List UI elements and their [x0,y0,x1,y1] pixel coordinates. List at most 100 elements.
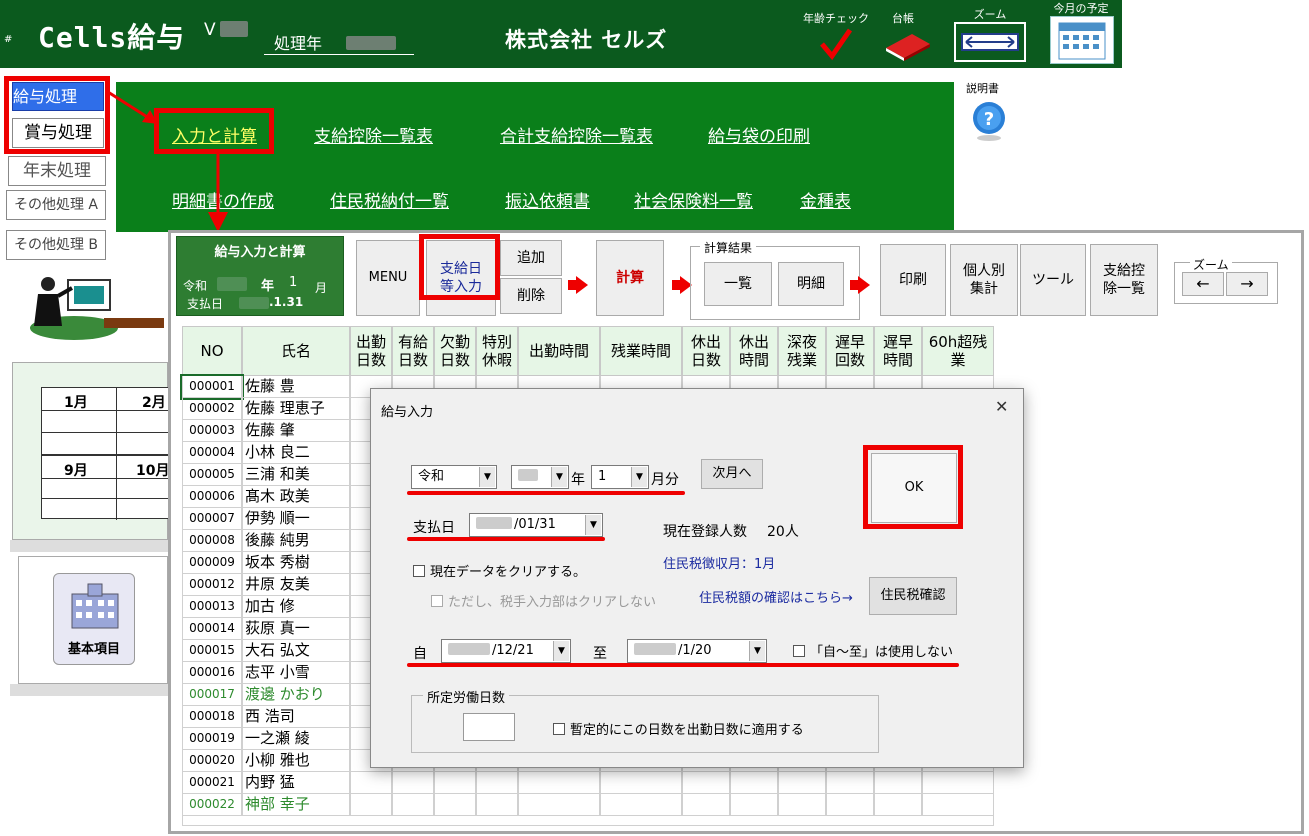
basic-items-button[interactable]: 基本項目 [53,573,135,665]
per-person-button[interactable]: 個人別 集計 [950,244,1018,316]
to-date-select[interactable]: /1/20 ▼ [627,639,767,663]
tax-confirm-button[interactable]: 住民税確認 [869,577,957,615]
data-cell[interactable] [600,772,682,794]
employee-no[interactable]: 000008 [182,530,242,552]
employee-no[interactable]: 000001 [180,374,244,400]
zoom-icon[interactable] [954,22,1026,62]
calc-button[interactable]: 計算 [596,240,664,316]
employee-name[interactable]: 佐藤 肇 [242,420,350,442]
employee-no[interactable]: 000020 [182,750,242,772]
data-cell[interactable] [518,794,600,816]
month-select[interactable]: 1 ▼ [591,465,649,489]
calendar-icon[interactable] [1050,16,1114,64]
menu-transfer[interactable]: 振込依頼書 [505,187,590,212]
menu-button[interactable]: MENU [356,240,420,316]
employee-name[interactable]: 後藤 純男 [242,530,350,552]
data-cell[interactable] [826,794,874,816]
close-icon[interactable]: ✕ [995,397,1008,416]
employee-no[interactable]: 000006 [182,486,242,508]
result-detail-button[interactable]: 明細 [778,262,844,306]
employee-no[interactable]: 000019 [182,728,242,750]
tax-confirm-link[interactable]: 住民税額の確認はこちら→ [699,587,853,606]
employee-no[interactable]: 000003 [182,420,242,442]
employee-name[interactable]: 西 浩司 [242,706,350,728]
data-cell[interactable] [778,794,826,816]
employee-name[interactable]: 小柳 雅也 [242,750,350,772]
ledger-icon[interactable] [882,26,934,62]
nav-other-a-button[interactable]: その他処理 A [6,190,106,220]
data-cell[interactable] [778,772,826,794]
employee-no[interactable]: 000012 [182,574,242,596]
employee-name[interactable]: 小林 良二 [242,442,350,464]
age-check-icon[interactable] [816,26,856,62]
employee-no[interactable]: 000021 [182,772,242,794]
employee-no[interactable]: 000017 [182,684,242,706]
employee-no[interactable]: 000022 [182,794,242,816]
data-cell[interactable] [730,794,778,816]
next-month-button[interactable]: 次月へ [701,459,763,489]
employee-name[interactable]: 大石 弘文 [242,640,350,662]
employee-no[interactable]: 000014 [182,618,242,640]
delete-button[interactable]: 削除 [500,278,562,314]
year-select[interactable]: ▼ [511,465,569,489]
employee-name[interactable]: 三浦 和美 [242,464,350,486]
employee-name[interactable]: 佐藤 豊 [242,376,350,398]
data-cell[interactable] [476,772,518,794]
pay-date-select[interactable]: /01/31 ▼ [469,513,603,537]
employee-no[interactable]: 000002 [182,398,242,420]
data-cell[interactable] [434,772,476,794]
employee-no[interactable]: 000009 [182,552,242,574]
data-cell[interactable] [350,794,392,816]
employee-name[interactable]: 加古 修 [242,596,350,618]
era-select[interactable]: 令和 ▼ [411,465,497,489]
employee-name[interactable]: 伊勢 順一 [242,508,350,530]
menu-total-pay-deduct-list[interactable]: 合計支給控除一覧表 [500,122,653,147]
clear-data-checkbox[interactable]: 現在データをクリアする。 [413,561,586,580]
data-cell[interactable] [826,772,874,794]
employee-name[interactable]: 佐藤 理恵子 [242,398,350,420]
table-row[interactable]: 000022 神部 幸子 [182,794,994,816]
employee-name[interactable]: 荻原 真一 [242,618,350,640]
no-clear-manual-checkbox[interactable]: ただし、税手入力部はクリアしない [431,591,656,610]
employee-no[interactable]: 000005 [182,464,242,486]
zoom-left-button[interactable]: ← [1182,272,1224,296]
help-icon[interactable]: ? [970,98,1008,142]
data-cell[interactable] [392,772,434,794]
apply-work-days-checkbox[interactable]: 暫定的にこの日数を出勤日数に適用する [553,719,804,738]
employee-no[interactable]: 000013 [182,596,242,618]
data-cell[interactable] [922,794,994,816]
no-range-checkbox[interactable]: 「自～至」は使用しない [793,641,953,660]
menu-social-ins[interactable]: 社会保険料一覧 [634,187,753,212]
employee-no[interactable]: 000004 [182,442,242,464]
menu-denomination[interactable]: 金種表 [800,187,851,212]
employee-name[interactable]: 志平 小雪 [242,662,350,684]
data-cell[interactable] [392,794,434,816]
employee-no[interactable]: 000018 [182,706,242,728]
employee-name[interactable]: 井原 友美 [242,574,350,596]
data-cell[interactable] [730,772,778,794]
data-cell[interactable] [682,794,730,816]
data-cell[interactable] [518,772,600,794]
data-cell[interactable] [874,772,922,794]
nav-other-b-button[interactable]: その他処理 B [6,230,106,260]
from-date-select[interactable]: /12/21 ▼ [441,639,571,663]
employee-no[interactable]: 000015 [182,640,242,662]
data-cell[interactable] [922,772,994,794]
zoom-right-button[interactable]: → [1226,272,1268,296]
menu-envelope-print[interactable]: 給与袋の印刷 [708,122,810,147]
employee-name[interactable]: 髙木 政美 [242,486,350,508]
employee-name[interactable]: 神部 幸子 [242,794,350,816]
work-days-input[interactable] [463,713,515,741]
employee-no[interactable]: 000007 [182,508,242,530]
data-cell[interactable] [682,772,730,794]
employee-no[interactable]: 000016 [182,662,242,684]
employee-name[interactable]: 坂本 秀樹 [242,552,350,574]
add-button[interactable]: 追加 [500,240,562,276]
pay-deduct-button[interactable]: 支給控 除一覧 [1090,244,1158,316]
data-cell[interactable] [434,794,476,816]
data-cell[interactable] [874,794,922,816]
print-button[interactable]: 印刷 [880,244,946,316]
employee-name[interactable]: 内野 猛 [242,772,350,794]
result-list-button[interactable]: 一覧 [704,262,772,306]
menu-resident-tax[interactable]: 住民税納付一覧 [330,187,449,212]
